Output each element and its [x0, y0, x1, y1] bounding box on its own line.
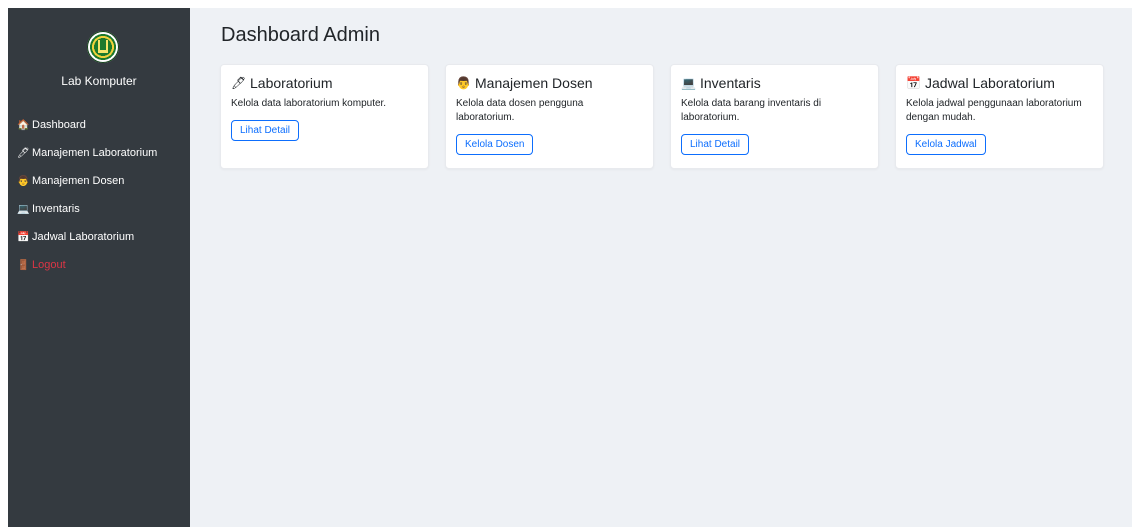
laptop-icon: 💻 — [17, 203, 30, 215]
kelola-dosen-button[interactable]: Kelola Dosen — [456, 134, 534, 155]
sidebar-item-label: Inventaris — [32, 203, 80, 215]
card-title-text: Manajemen Dosen — [475, 75, 593, 91]
sidebar-item-label: Manajemen Laboratorium — [32, 147, 158, 159]
kelola-jadwal-button[interactable]: Kelola Jadwal — [906, 134, 986, 155]
sidebar-item-label: Jadwal Laboratorium — [32, 231, 135, 243]
sidebar-item-manajemen-dosen[interactable]: 👨 Manajemen Dosen — [17, 167, 187, 195]
card-description: Kelola data dosen pengguna laboratorium. — [456, 98, 584, 123]
card-title: 📅 Jadwal Laboratorium — [906, 75, 1093, 91]
app-title: Lab Komputer — [61, 74, 137, 88]
card-manajemen-dosen: 👨 Manajemen Dosen Kelola data dosen peng… — [445, 64, 654, 169]
pencil-icon: 🖊 — [231, 76, 247, 90]
door-icon: 🚪 — [17, 259, 30, 271]
sidebar-item-dashboard[interactable]: 🏠 Dashboard — [17, 111, 187, 139]
university-logo — [87, 31, 119, 63]
card-title: 🖊 Laboratorium — [231, 75, 418, 91]
laptop-icon: 💻 — [681, 76, 696, 90]
sidebar-item-logout[interactable]: 🚪 Logout — [17, 251, 187, 279]
sidebar-item-label: Dashboard — [32, 119, 86, 131]
calendar-icon: 📅 — [17, 231, 30, 243]
card-title: 👨 Manajemen Dosen — [456, 75, 643, 91]
card-title-text: Laboratorium — [250, 75, 333, 91]
sidebar-nav: 🏠 Dashboard 🖊 Manajemen Laboratorium 👨 M… — [17, 111, 187, 279]
sidebar-item-label: Manajemen Dosen — [32, 175, 125, 187]
card-title: 💻 Inventaris — [681, 75, 868, 91]
page-title: Dashboard Admin — [221, 24, 380, 46]
lihat-detail-button[interactable]: Lihat Detail — [681, 134, 750, 155]
sidebar-item-inventaris[interactable]: 💻 Inventaris — [17, 195, 187, 223]
sidebar-item-label: Logout — [32, 259, 66, 271]
card-title-text: Jadwal Laboratorium — [925, 75, 1055, 91]
teacher-icon: 👨 — [456, 76, 471, 90]
card-description: Kelola data laboratorium komputer. — [231, 98, 387, 109]
sidebar-item-manajemen-laboratorium[interactable]: 🖊 Manajemen Laboratorium — [17, 139, 187, 167]
sidebar-item-jadwal-laboratorium[interactable]: 📅 Jadwal Laboratorium — [17, 223, 187, 251]
card-jadwal-laboratorium: 📅 Jadwal Laboratorium Kelola jadwal peng… — [895, 64, 1104, 169]
teacher-icon: 👨 — [17, 175, 30, 187]
card-title-text: Inventaris — [700, 75, 761, 91]
card-description: Kelola jadwal penggunaan laboratorium de… — [906, 98, 1082, 123]
main-content: Dashboard Admin 🖊 Laboratorium Kelola da… — [190, 8, 1132, 527]
pencil-icon: 🖊 — [17, 147, 30, 159]
house-icon: 🏠 — [17, 119, 30, 131]
lihat-detail-button[interactable]: Lihat Detail — [231, 120, 300, 141]
card-laboratorium: 🖊 Laboratorium Kelola data laboratorium … — [220, 64, 429, 169]
card-description: Kelola data barang inventaris di laborat… — [681, 98, 822, 123]
calendar-icon: 📅 — [906, 76, 921, 90]
card-inventaris: 💻 Inventaris Kelola data barang inventar… — [670, 64, 879, 169]
sidebar: Lab Komputer 🏠 Dashboard 🖊 Manajemen Lab… — [8, 8, 190, 527]
